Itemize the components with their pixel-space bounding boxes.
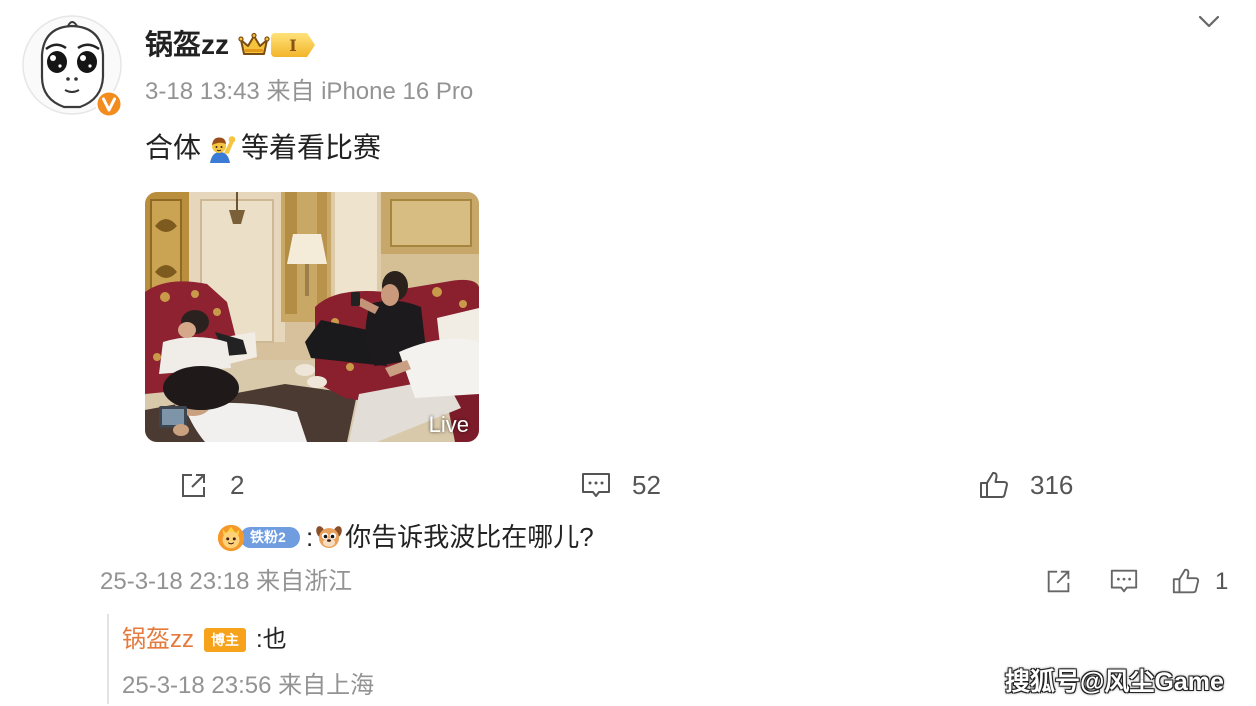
reply-source: 来自上海	[278, 672, 375, 699]
comment-reply-button[interactable]	[1109, 566, 1139, 596]
post-meta: 3-18 13:43 来自 iPhone 16 Pro	[145, 76, 473, 108]
share-icon	[182, 474, 205, 497]
author-name[interactable]: 锅盔zz	[145, 27, 229, 63]
comment-item: 铁粉2 : 你告诉我波比在哪儿?	[216, 519, 594, 555]
fan-badge-label: 铁粉2	[240, 527, 300, 548]
comment-source: 来自浙江	[256, 568, 353, 595]
comment-like-count: 1	[1215, 568, 1229, 595]
reply-text: :也	[256, 626, 287, 653]
live-photo-label: Live	[428, 412, 469, 437]
fan-badge[interactable]: 铁粉2	[216, 521, 302, 553]
share-icon	[1047, 570, 1070, 593]
comment-share-button[interactable]	[1044, 566, 1074, 596]
dog-face-emoji-icon	[316, 526, 343, 548]
post-text-part-1: 合体	[145, 132, 202, 163]
post-photo[interactable]: Live	[145, 192, 479, 442]
weibo-post-screen: 锅盔zz I 3-18 13:43 来自 iPhone 16 Pro 合体 等着…	[0, 0, 1256, 706]
chevron-down-icon[interactable]	[1196, 12, 1222, 32]
reply-thread-line	[107, 614, 109, 704]
like-button[interactable]: 316	[978, 467, 1073, 503]
like-count: 316	[1030, 470, 1074, 500]
vip-level-badge[interactable]: I	[271, 33, 316, 57]
post-source: 来自 iPhone 16 Pro	[266, 78, 474, 105]
comment-time: 25-3-18 23:18	[100, 568, 250, 595]
reply-author-name[interactable]: 锅盔zz	[122, 624, 194, 656]
share-count: 2	[230, 470, 245, 500]
comment-text: 你告诉我波比在哪儿?	[345, 522, 594, 552]
share-button[interactable]: 2	[178, 467, 244, 503]
author-name-row: 锅盔zz I	[145, 25, 316, 65]
comment-separator: :	[306, 521, 314, 552]
reply-item: 锅盔zz 博主 :也	[122, 622, 287, 658]
comment-count: 52	[632, 470, 661, 500]
blogger-badge: 博主	[204, 628, 246, 652]
verified-badge-icon	[95, 90, 123, 118]
chevron-down-glyph	[1198, 15, 1220, 28]
comment-icon	[1110, 569, 1138, 593]
crown-icon[interactable]	[238, 32, 270, 58]
post-time[interactable]: 3-18 13:43	[145, 78, 260, 105]
post-text-part-2: 等着看比赛	[241, 132, 382, 163]
comment-meta: 25-3-18 23:18 来自浙江	[100, 566, 352, 598]
raising-hand-emoji-icon	[210, 136, 236, 163]
fan-avatar-icon	[217, 524, 245, 552]
comment-icon	[582, 473, 610, 497]
thumbs-up-icon	[1172, 568, 1200, 594]
watermark: 搜狐号@风尘Game	[1005, 668, 1224, 696]
post-content: 合体 等着看比赛	[145, 128, 381, 168]
reply-meta: 25-3-18 23:56 来自上海	[122, 670, 374, 702]
reply-time: 25-3-18 23:56	[122, 672, 272, 699]
comment-button[interactable]: 52	[580, 467, 661, 503]
living-room-photo	[145, 192, 479, 442]
thumbs-up-icon	[980, 471, 1008, 498]
verified-v-icon	[95, 90, 123, 118]
comment-like-button[interactable]	[1171, 566, 1201, 596]
